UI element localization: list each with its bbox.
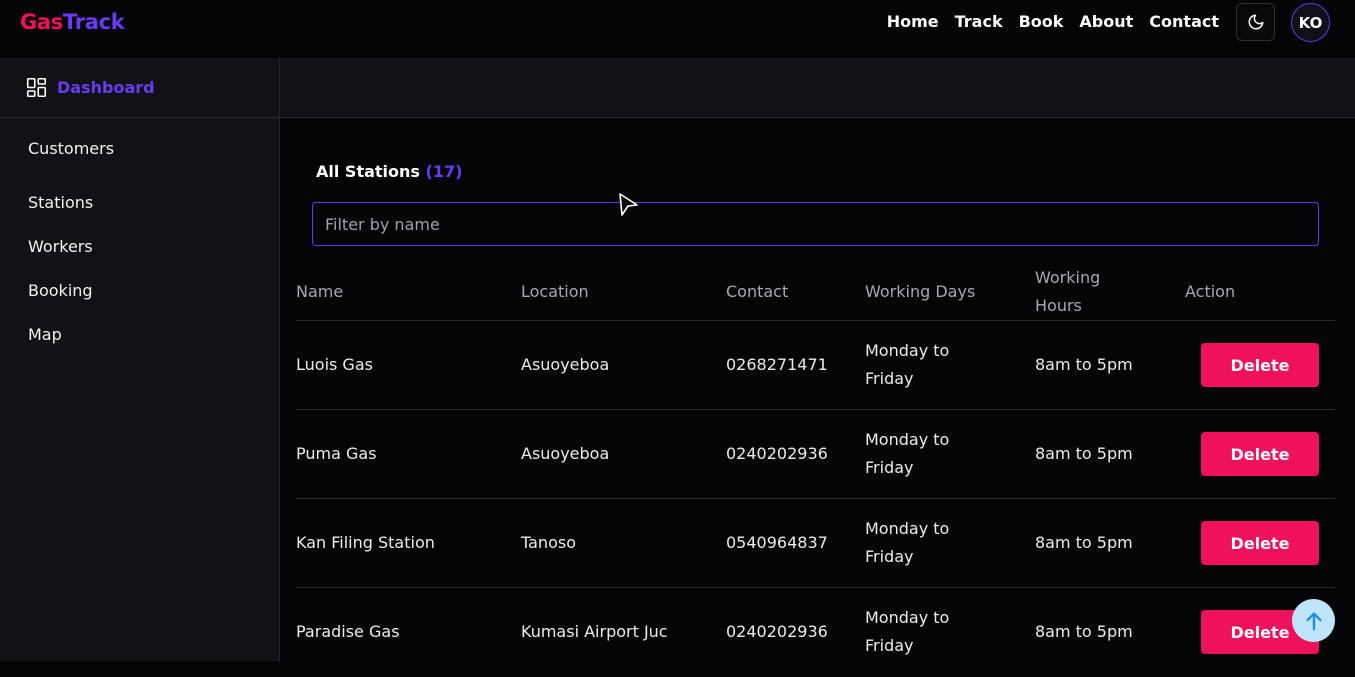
stations-panel: All Stations (17) Name Location Contact … — [280, 118, 1355, 661]
filter-name-input[interactable] — [312, 202, 1319, 246]
sidebar-dashboard-label: Dashboard — [57, 78, 155, 97]
cell-days-line1: Monday to — [865, 519, 950, 538]
grid-icon — [26, 77, 47, 98]
cell-days-line2: Friday — [865, 458, 914, 477]
cell-days-line2: Friday — [865, 547, 914, 566]
cell-days-line1: Monday to — [865, 341, 950, 360]
arrow-up-icon — [1305, 611, 1322, 630]
table-header: Name Location Contact Working Days Worki… — [296, 264, 1335, 321]
nav-track-link[interactable]: Track — [955, 12, 1003, 32]
column-header-working-hours-line1: Working — [1035, 268, 1101, 287]
app-logo[interactable]: GasTrack — [20, 10, 125, 34]
table-row: Puma Gas Asuoyeboa 0240202936 Monday to … — [296, 410, 1335, 499]
cell-contact: 0540964837 — [726, 533, 828, 552]
column-header-location: Location — [521, 282, 589, 301]
cell-contact: 0268271471 — [726, 355, 828, 374]
page-title: All Stations (17) — [316, 162, 462, 181]
logo-gas: Gas — [20, 10, 64, 34]
mouse-cursor-icon — [619, 193, 638, 216]
cell-location: Kumasi Airport Juc — [521, 622, 668, 641]
cell-location: Asuoyeboa — [521, 355, 610, 374]
sidebar-item-booking[interactable]: Booking — [0, 268, 279, 312]
cell-contact: 0240202936 — [726, 622, 828, 641]
nav-home-link[interactable]: Home — [887, 12, 939, 32]
table-row: Luois Gas Asuoyeboa 0268271471 Monday to… — [296, 321, 1335, 410]
sidebar: Dashboard Customers Stations Workers Boo… — [0, 58, 280, 661]
cell-days-line1: Monday to — [865, 430, 950, 449]
content-header-bar — [280, 58, 1355, 118]
nav-about-link[interactable]: About — [1079, 12, 1133, 32]
sidebar-item-map[interactable]: Map — [0, 312, 279, 356]
cell-days-line2: Friday — [865, 369, 914, 388]
cell-location: Asuoyeboa — [521, 444, 610, 463]
sidebar-menu: Customers Stations Workers Booking Map — [0, 118, 279, 356]
moon-icon — [1248, 14, 1263, 30]
delete-button[interactable]: Delete — [1201, 521, 1319, 565]
column-header-working-days: Working Days — [865, 282, 976, 301]
column-header-contact: Contact — [726, 282, 789, 301]
cell-name: Luois Gas — [296, 355, 373, 374]
sidebar-item-workers[interactable]: Workers — [0, 224, 279, 268]
nav-contact-link[interactable]: Contact — [1149, 12, 1219, 32]
table-row: Paradise Gas Kumasi Airport Juc 02402029… — [296, 588, 1335, 677]
column-header-action: Action — [1185, 282, 1236, 301]
top-navbar: GasTrack Home Track Book About Contact K… — [0, 0, 1355, 58]
sidebar-dashboard-link[interactable]: Dashboard — [0, 58, 279, 118]
theme-toggle-button[interactable] — [1236, 3, 1275, 41]
cell-hours: 8am to 5pm — [1035, 355, 1133, 374]
cell-name: Puma Gas — [296, 444, 377, 463]
delete-button[interactable]: Delete — [1201, 432, 1319, 476]
page-title-text: All Stations — [316, 162, 420, 181]
sidebar-item-customers[interactable]: Customers — [0, 136, 279, 160]
cell-days-line2: Friday — [865, 636, 914, 655]
user-avatar[interactable]: KO — [1291, 3, 1330, 42]
sidebar-item-stations[interactable]: Stations — [0, 180, 279, 224]
cell-name: Kan Filing Station — [296, 533, 435, 552]
logo-track: Track — [63, 10, 125, 34]
column-header-name: Name — [296, 282, 344, 301]
table-row: Kan Filing Station Tanoso 0540964837 Mon… — [296, 499, 1335, 588]
stations-count: (17) — [425, 162, 463, 181]
cell-contact: 0240202936 — [726, 444, 828, 463]
cell-location: Tanoso — [521, 533, 576, 552]
cell-days-line1: Monday to — [865, 608, 950, 627]
cell-hours: 8am to 5pm — [1035, 533, 1133, 552]
scroll-to-top-button[interactable] — [1292, 599, 1335, 642]
cell-hours: 8am to 5pm — [1035, 444, 1133, 463]
cell-name: Paradise Gas — [296, 622, 400, 641]
main-nav: Home Track Book About Contact — [887, 12, 1219, 32]
column-header-working-hours-line2: Hours — [1035, 296, 1082, 315]
nav-book-link[interactable]: Book — [1019, 12, 1064, 32]
delete-button[interactable]: Delete — [1201, 343, 1319, 387]
cell-hours: 8am to 5pm — [1035, 622, 1133, 641]
